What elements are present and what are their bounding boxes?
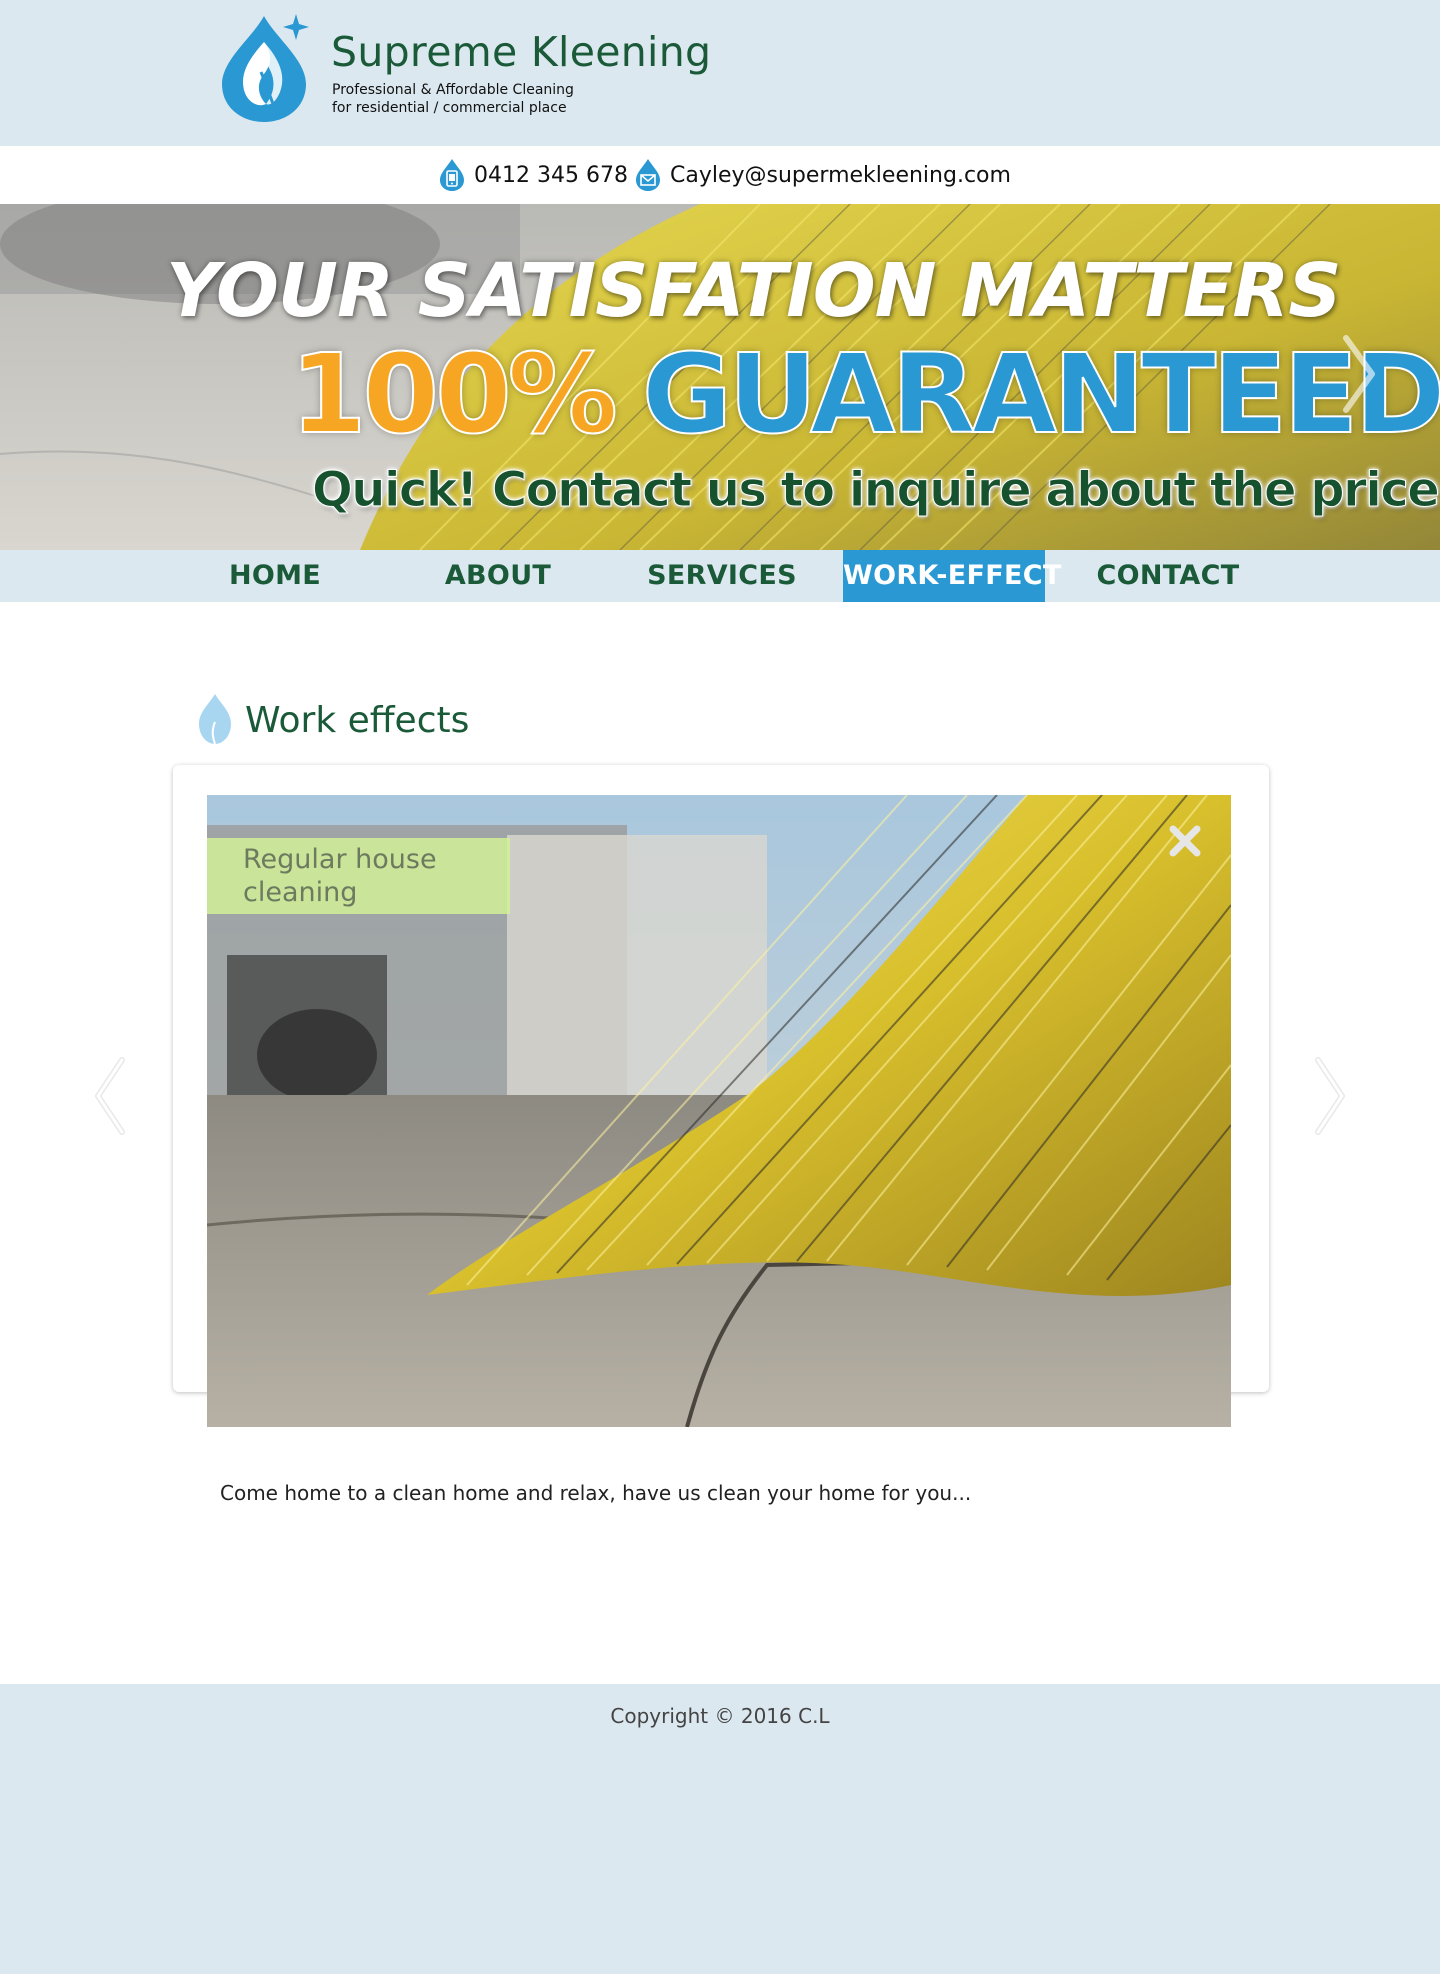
close-icon[interactable] [1167, 823, 1203, 859]
nav-contact[interactable]: CONTACT [1090, 550, 1246, 602]
section-title: Work effects [245, 699, 470, 741]
phone-number[interactable]: 0412 345 678 [474, 163, 628, 188]
leaf-drop-icon [199, 694, 231, 745]
brand-tagline: Professional & Affordable Cleaning for r… [332, 81, 574, 117]
hero-guarantee: 100% GUARANTEED [289, 329, 1440, 459]
hero-banner: YOUR SATISFATION MATTERS 100% GUARANTEED … [0, 204, 1440, 550]
mail-icon [636, 159, 660, 191]
hero-cta-text[interactable]: Quick! Contact us to inquire about the p… [312, 462, 1440, 519]
tagline-line-2: for residential / commercial place [332, 100, 567, 116]
hero-guaranteed: GUARANTEED [641, 329, 1440, 459]
brand-name[interactable]: Supreme Kleening [331, 28, 711, 76]
logo-drop-icon[interactable] [214, 12, 314, 124]
gallery-photo[interactable]: Regular house cleaning [207, 795, 1231, 1427]
nav-services[interactable]: SERVICES [644, 550, 800, 602]
nav-work-effect[interactable]: WORK-EFFECT [843, 550, 1061, 602]
hero-next-arrow-icon[interactable] [1340, 334, 1376, 414]
contact-bar: 0412 345 678 Cayley@supermekleening.com [0, 146, 1440, 204]
nav-home[interactable]: HOME [211, 550, 339, 602]
email-address[interactable]: Cayley@supermekleening.com [670, 163, 1011, 188]
contact-email[interactable]: Cayley@supermekleening.com [634, 158, 1011, 192]
hero-percent: 100% [289, 329, 619, 459]
hero-headline: YOUR SATISFATION MATTERS [166, 248, 1342, 334]
contact-phone[interactable]: 0412 345 678 [438, 158, 628, 192]
section-header: Work effects [195, 692, 469, 748]
site-header: Supreme Kleening Professional & Affordab… [0, 0, 1440, 146]
card-description: Come home to a clean home and relax, hav… [220, 1481, 972, 1505]
next-arrow-icon[interactable] [1308, 1056, 1348, 1136]
tagline-line-1: Professional & Affordable Cleaning [332, 82, 574, 98]
main-nav: HOME ABOUT SERVICES WORK-EFFECT CONTACT [0, 550, 1440, 602]
phone-icon [440, 159, 464, 191]
caption-text: Regular house cleaning [243, 844, 437, 908]
prev-arrow-icon[interactable] [92, 1056, 132, 1136]
copyright-text: Copyright © 2016 C.L [610, 1704, 830, 1728]
site-footer: Copyright © 2016 C.L [0, 1684, 1440, 1974]
nav-about[interactable]: ABOUT [434, 550, 562, 602]
